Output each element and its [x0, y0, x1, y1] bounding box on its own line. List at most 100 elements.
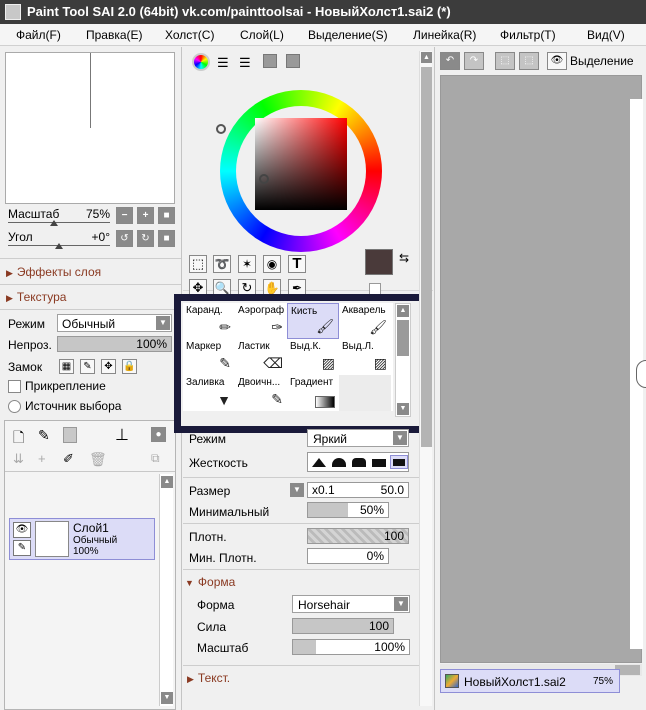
visibility-eye-icon[interactable]: 👁: [13, 522, 31, 538]
magic-wand-icon[interactable]: ✶: [238, 255, 256, 273]
menu-filter[interactable]: Фильтр(T): [500, 28, 556, 42]
blend-mode-select[interactable]: Обычный ▼: [57, 314, 172, 332]
canvas-viewport[interactable]: [440, 75, 646, 663]
hardness-1-icon[interactable]: [312, 458, 326, 467]
brush-mode-select[interactable]: Яркий ▼: [307, 429, 409, 447]
rotate-left-button[interactable]: ↺: [116, 230, 133, 247]
zoom-out-button[interactable]: −: [116, 207, 133, 224]
layer-transform-icon[interactable]: ⊥: [115, 425, 129, 445]
undo-icon[interactable]: ↶: [440, 52, 460, 70]
min-size-slider[interactable]: 50%: [307, 502, 389, 518]
size-slider[interactable]: x0.1 50.0: [307, 482, 409, 498]
scroll-down-icon[interactable]: ▼: [397, 403, 409, 415]
color-wheel[interactable]: [216, 90, 382, 252]
hardness-3-icon[interactable]: [352, 458, 366, 467]
tool-select-pen[interactable]: Выд.К. ▨: [287, 339, 339, 375]
menu-view[interactable]: Вид(V): [587, 28, 625, 42]
texture-section[interactable]: ▶ Текстура: [6, 290, 66, 304]
menu-selection[interactable]: Выделение(S): [308, 28, 388, 42]
tool-panel-scrollbar[interactable]: ▲: [419, 51, 432, 706]
swap-colors-icon[interactable]: ⇆: [399, 251, 409, 265]
deselect-icon[interactable]: ⬚: [495, 52, 515, 70]
tool-binary-pen[interactable]: Двоичн... ✎: [235, 375, 287, 411]
tool-watercolor[interactable]: Акварель 🖌: [339, 303, 391, 339]
hsv-sliders-tab-icon[interactable]: ☰: [239, 55, 251, 71]
shape-tool-icon[interactable]: ◉: [263, 255, 281, 273]
rgb-sliders-tab-icon[interactable]: ☰: [217, 55, 229, 71]
text-tool-icon[interactable]: T: [288, 255, 306, 273]
menu-canvas[interactable]: Холст(C): [165, 28, 214, 42]
size-multiplier-dropdown[interactable]: ▼: [290, 483, 304, 497]
hue-cursor[interactable]: [216, 124, 226, 134]
scroll-up-icon[interactable]: ▲: [397, 305, 409, 317]
layers-scrollbar[interactable]: ▲ ▼: [159, 474, 173, 706]
shape-select[interactable]: Horsehair ▼: [292, 595, 410, 613]
selection-source-radio[interactable]: [8, 400, 21, 413]
new-folder-icon[interactable]: [63, 427, 77, 443]
zoom-row[interactable]: Масштаб 75%: [8, 207, 110, 227]
lock-paint-icon[interactable]: ✎: [80, 359, 95, 374]
menu-layer[interactable]: Слой(L): [240, 28, 284, 42]
color-cursor[interactable]: [259, 174, 269, 184]
tool-deselect-pen[interactable]: Выд.Л. ▨: [339, 339, 391, 375]
show-selection-eye-icon[interactable]: 👁: [547, 52, 567, 70]
rect-select-icon[interactable]: ⬚: [189, 255, 207, 273]
density-slider[interactable]: 100: [307, 528, 409, 544]
scratchpad-tab-icon[interactable]: [286, 54, 300, 68]
menu-edit[interactable]: Правка(E): [86, 28, 143, 42]
hardness-4-icon[interactable]: [372, 459, 386, 467]
clipping-checkbox[interactable]: [8, 380, 21, 393]
tool-grid-scrollbar[interactable]: ▲ ▼: [395, 303, 411, 417]
min-density-slider[interactable]: 0%: [307, 548, 389, 564]
scroll-thumb[interactable]: [421, 67, 432, 447]
lock-move-icon[interactable]: ✥: [101, 359, 116, 374]
hardness-5-icon[interactable]: [390, 455, 408, 469]
redo-icon[interactable]: ↷: [464, 52, 484, 70]
rotate-right-button[interactable]: ↻: [137, 230, 154, 247]
brush-texture-section[interactable]: ▶ Текст.: [187, 671, 230, 685]
lock-all-icon[interactable]: 🔒: [122, 359, 137, 374]
merge-down-icon[interactable]: ⇊: [13, 451, 24, 467]
scroll-up-icon[interactable]: ▲: [421, 52, 432, 63]
tool-bucket[interactable]: Заливка ▼: [183, 375, 235, 411]
scroll-down-icon[interactable]: ▼: [161, 692, 173, 704]
invert-selection-icon[interactable]: ⬚: [519, 52, 539, 70]
lock-transparency-icon[interactable]: ▦: [59, 359, 74, 374]
layer-effects-section[interactable]: ▶ Эффекты слоя: [6, 265, 101, 279]
document-tab[interactable]: НовыйХолст1.sai2 75%: [440, 669, 620, 693]
saturation-value-square[interactable]: [255, 118, 347, 210]
tool-eraser[interactable]: Ластик ⌫: [235, 339, 287, 375]
angle-slider-handle[interactable]: [55, 243, 63, 249]
strength-slider[interactable]: 100: [292, 618, 394, 634]
new-layer-icon[interactable]: 🗋: [13, 427, 24, 451]
selection-toggle-label[interactable]: Выделение: [570, 54, 634, 68]
hardness-2-icon[interactable]: [332, 458, 346, 467]
rotate-reset-button[interactable]: ■: [158, 230, 175, 247]
zoom-reset-button[interactable]: ■: [158, 207, 175, 224]
primary-color-swatch[interactable]: [365, 249, 393, 275]
tool-gradient[interactable]: Градиент: [287, 375, 339, 411]
merge-visible-icon[interactable]: ⧉: [151, 451, 160, 466]
scale-slider[interactable]: 100%: [292, 639, 410, 655]
tool-brush[interactable]: Кисть 🖌: [287, 303, 339, 339]
zoom-in-button[interactable]: +: [137, 207, 154, 224]
scroll-up-icon[interactable]: ▲: [161, 476, 173, 488]
menu-ruler[interactable]: Линейка(R): [413, 28, 476, 42]
menu-file[interactable]: Файл(F): [16, 28, 61, 42]
layer-mask-icon[interactable]: ●: [151, 427, 166, 442]
clear-layer-icon[interactable]: ✐: [63, 451, 74, 467]
tool-airbrush[interactable]: Аэрограф ✑: [235, 303, 287, 339]
tool-empty-slot[interactable]: [339, 375, 391, 411]
color-wheel-tab-icon[interactable]: [192, 53, 210, 71]
tool-marker[interactable]: Маркер ✎: [183, 339, 235, 375]
shape-section[interactable]: ▼ Форма: [185, 575, 235, 589]
zoom-slider-handle[interactable]: [50, 220, 58, 226]
scroll-thumb[interactable]: [397, 320, 409, 356]
angle-row[interactable]: Угол +0°: [8, 230, 110, 250]
tool-pencil[interactable]: Каранд. ✏: [183, 303, 235, 339]
layer-row[interactable]: 👁 ✎ Слой1 Обычный 100%: [9, 518, 155, 560]
trash-icon[interactable]: 🗑: [89, 451, 107, 468]
copy-layer-icon[interactable]: +: [38, 451, 46, 466]
swatches-tab-icon[interactable]: [263, 54, 277, 68]
new-vector-layer-icon[interactable]: ✎: [38, 427, 50, 444]
